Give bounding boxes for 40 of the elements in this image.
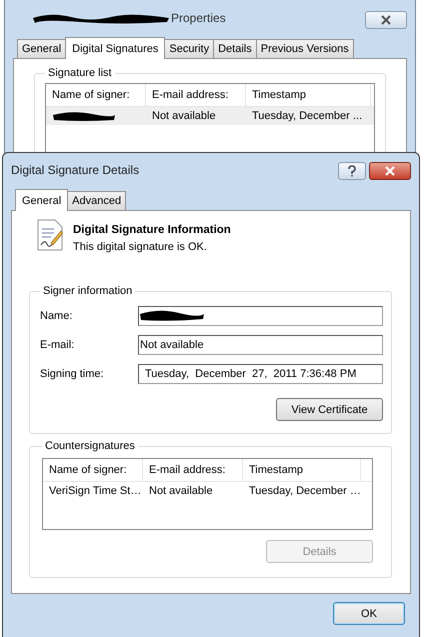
column-header[interactable]: Timestamp [243, 459, 361, 481]
text-field[interactable]: Tuesday, December 27, 2011 7:36:48 PM [138, 364, 383, 384]
group-label: Signer information [42, 285, 134, 297]
signed-document-icon [37, 219, 63, 251]
tab[interactable]: Security [164, 39, 214, 58]
tab[interactable]: General [15, 189, 68, 211]
table-cell-text: Tuesday, December … [248, 485, 361, 497]
field-label: E-mail: [40, 338, 76, 350]
view-certificate-button[interactable]: View Certificate [276, 398, 383, 421]
window-title: Digital Signature Details [11, 162, 140, 176]
column-header[interactable]: E-mail address: [146, 84, 246, 106]
help-button[interactable] [338, 162, 366, 180]
column-header[interactable]: Timestamp [246, 84, 371, 106]
table-cell-text: Not available [148, 485, 214, 497]
group-label: Countersignatures [44, 440, 136, 452]
table-cell-text: VeriSign Time St… [48, 485, 142, 497]
tab[interactable]: General [17, 39, 66, 58]
window-title: Properties [171, 10, 226, 24]
status-text: This digital signature is OK. [73, 241, 208, 253]
info-heading: Digital Signature Information [73, 224, 231, 236]
column-header[interactable]: E-mail address: [143, 459, 243, 481]
close-button[interactable] [365, 11, 407, 29]
close-icon [384, 166, 396, 176]
field-label: Name: [40, 310, 74, 322]
help-icon [347, 165, 357, 177]
table-cell-text: Tuesday, December ... [251, 110, 364, 122]
tab[interactable]: Digital Signatures [65, 37, 166, 59]
group-label: Signature list [47, 67, 113, 79]
ok-button[interactable]: OK [333, 602, 405, 625]
tab[interactable]: Previous Versions [256, 39, 354, 58]
column-header[interactable]: Name of signer: [46, 84, 146, 106]
close-icon [380, 15, 392, 25]
text-field[interactable]: Not available [138, 334, 383, 354]
close-button[interactable] [369, 162, 411, 180]
field-label: Signing time: [40, 368, 105, 380]
text-field[interactable] [138, 306, 383, 326]
tab[interactable]: Details [213, 39, 257, 58]
table-cell-text: Not available [151, 110, 217, 122]
tab[interactable]: Advanced [67, 191, 126, 210]
column-header[interactable]: Name of signer: [43, 459, 143, 481]
